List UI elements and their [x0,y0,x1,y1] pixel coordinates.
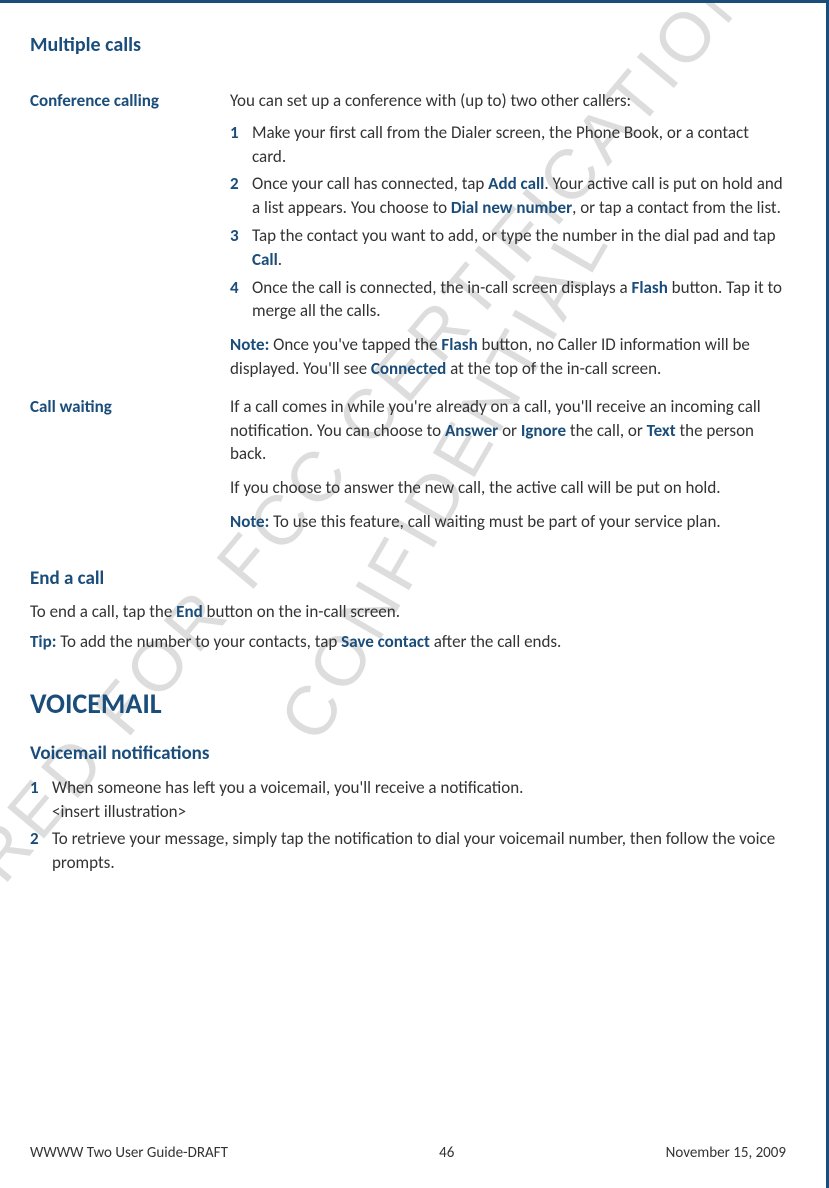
ui-term-ignore: Ignore [521,420,566,441]
step-text: Tap the contact you want to add, or type… [252,224,786,272]
ui-term-connected: Connected [371,358,446,379]
step-number: 2 [230,172,252,220]
conference-content: You can set up a conference with (up to)… [230,89,786,387]
conference-step-2: 2 Once your call has connected, tap Add … [230,172,786,220]
step-number: 4 [230,276,252,324]
text-fragment: Once the call is connected, the in-call … [252,277,632,298]
page-container: Multiple calls Conference calling You ca… [0,0,829,1188]
conference-steps: 1 Make your first call from the Dialer s… [230,121,786,323]
text-fragment: To end a call, tap the [30,601,176,622]
text-fragment: When someone has left you a voicemail, y… [52,777,523,798]
text-fragment: Once your call has connected, tap [252,173,488,194]
conference-note: Note: Once you've tapped the Flash butto… [230,333,786,381]
footer-doc-title: WWWW Two User Guide-DRAFT [30,1143,228,1164]
text-fragment: the call, or [566,420,647,441]
conference-calling-block: Conference calling You can set up a conf… [30,89,786,387]
step-text: When someone has left you a voicemail, y… [52,776,786,824]
content-area: Multiple calls Conference calling You ca… [30,31,786,1123]
call-waiting-label: Call waiting [30,395,230,540]
note-label: Note: [230,511,269,532]
footer-date: November 15, 2009 [666,1143,786,1164]
ui-term-call: Call [252,249,278,270]
text-fragment: Once you've tapped the [269,334,441,355]
voicemail-step-2: 2 To retrieve your message, simply tap t… [30,827,786,875]
step-text: Make your first call from the Dialer scr… [252,121,786,169]
step-number: 3 [230,224,252,272]
step-number: 1 [230,121,252,169]
text-fragment: button on the in-call screen. [203,601,400,622]
conference-label: Conference calling [30,89,230,387]
step-number: 2 [30,827,52,875]
ui-term-end: End [176,601,203,622]
heading-end-a-call: End a call [30,566,786,593]
ui-term-dial-new-number: Dial new number [451,197,572,218]
text-fragment: at the top of the in-call screen. [446,358,661,379]
text-fragment: To add the number to your contacts, tap [56,631,341,652]
insert-illustration-placeholder: <insert illustration> [52,801,186,822]
call-waiting-p2: If you choose to answer the new call, th… [230,476,786,500]
page-footer: WWWW Two User Guide-DRAFT 46 November 15… [30,1123,786,1168]
text-fragment: To use this feature, call waiting must b… [269,511,720,532]
footer-page-number: 46 [439,1143,454,1164]
ui-term-flash: Flash [441,334,477,355]
step-text: Once the call is connected, the in-call … [252,276,786,324]
text-fragment: , or tap a contact from the list. [572,197,781,218]
ui-term-save-contact: Save contact [341,631,430,652]
heading-voicemail: VOICEMAIL [30,684,786,723]
step-number: 1 [30,776,52,824]
ui-term-flash: Flash [632,277,668,298]
call-waiting-note: Note: To use this feature, call waiting … [230,510,786,534]
call-waiting-block: Call waiting If a call comes in while yo… [30,395,786,540]
call-waiting-content: If a call comes in while you're already … [230,395,786,540]
heading-multiple-calls: Multiple calls [30,31,786,59]
conference-intro: You can set up a conference with (up to)… [230,89,786,113]
text-fragment: or [498,420,521,441]
ui-term-text: Text [647,420,676,441]
step-text: To retrieve your message, simply tap the… [52,827,786,875]
heading-voicemail-notifications: Voicemail notifications [30,741,786,768]
end-call-tip: Tip: To add the number to your contacts,… [30,630,786,654]
note-label: Note: [230,334,269,355]
text-fragment: after the call ends. [430,631,561,652]
end-call-line: To end a call, tap the End button on the… [30,600,786,624]
voicemail-steps: 1 When someone has left you a voicemail,… [30,776,786,875]
step-text: Once your call has connected, tap Add ca… [252,172,786,220]
call-waiting-p1: If a call comes in while you're already … [230,395,786,466]
conference-step-3: 3 Tap the contact you want to add, or ty… [230,224,786,272]
tip-label: Tip: [30,631,56,652]
text-fragment: Tap the contact you want to add, or type… [252,225,776,246]
voicemail-step-1: 1 When someone has left you a voicemail,… [30,776,786,824]
conference-step-4: 4 Once the call is connected, the in-cal… [230,276,786,324]
conference-step-1: 1 Make your first call from the Dialer s… [230,121,786,169]
ui-term-add-call: Add call [488,173,544,194]
ui-term-answer: Answer [445,420,498,441]
text-fragment: . [278,249,282,270]
